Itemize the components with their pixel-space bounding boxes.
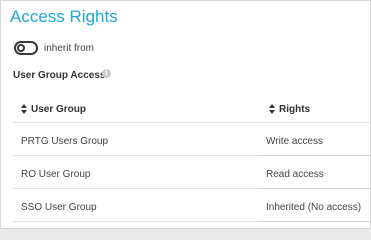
inherit-toggle[interactable] <box>14 41 38 55</box>
column-header-rights[interactable]: Rights <box>269 104 310 115</box>
toggle-knob <box>17 44 25 52</box>
access-rights-panel: Access Rights inherit from User Group Ac… <box>0 0 371 229</box>
section-title: User Group Access <box>13 70 106 81</box>
rights-field-underline <box>262 155 370 156</box>
column-header-label: Rights <box>279 104 311 115</box>
row-divider <box>13 188 262 189</box>
sort-icon <box>21 104 28 115</box>
header-divider <box>13 122 370 123</box>
column-header-label: User Group <box>31 104 87 115</box>
sort-icon <box>269 104 276 115</box>
table-row-group: RO User Group <box>21 169 91 180</box>
table-row-rights[interactable]: Inherited (No access) <box>266 202 361 213</box>
table-row-group: SSO User Group <box>21 202 97 213</box>
inherit-label: inherit from <box>44 43 95 54</box>
row-divider <box>13 155 262 156</box>
table-row-group: PRTG Users Group <box>21 136 109 147</box>
table-row-rights[interactable]: Read access <box>266 169 324 180</box>
row-divider <box>13 221 262 222</box>
info-icon[interactable]: i <box>102 69 111 78</box>
column-header-user-group[interactable]: User Group <box>21 104 86 115</box>
panel-title: Access Rights <box>10 7 118 26</box>
rights-field-underline <box>262 221 370 222</box>
rights-field-underline <box>262 188 370 189</box>
table-row-rights[interactable]: Write access <box>266 136 323 147</box>
